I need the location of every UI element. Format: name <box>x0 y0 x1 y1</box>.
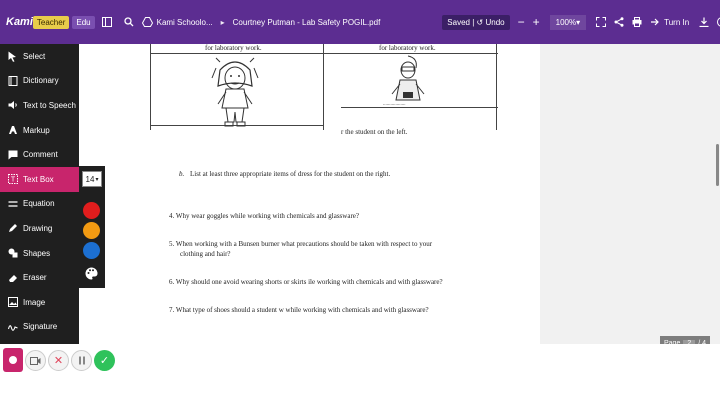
turn-in-button[interactable]: Turn In <box>664 18 689 27</box>
share-icon[interactable] <box>614 14 624 30</box>
edu-badge: Edu <box>72 15 95 29</box>
kami-logo: Kami <box>6 16 33 28</box>
color-swatch-red[interactable] <box>83 202 100 219</box>
font-size-value: 14 <box>85 174 95 184</box>
palette-icon[interactable] <box>83 265 100 282</box>
sidebar-item-label: Drawing <box>23 223 53 233</box>
figure-table-divider <box>323 44 324 130</box>
saved-status: Saved | ↺ Undo <box>442 14 510 30</box>
sidebar-item-image[interactable]: Image <box>0 290 79 315</box>
sidebar-item-label: Select <box>23 51 46 61</box>
cursor-icon <box>7 51 18 62</box>
print-icon[interactable] <box>632 14 642 30</box>
record-indicator-icon[interactable] <box>3 348 23 372</box>
pencil-icon <box>7 223 18 234</box>
question-b: List at least three appropriate items of… <box>190 170 391 178</box>
undo-icon[interactable]: ↺ <box>477 18 484 27</box>
tool-sidebar: Select Dictionary Text to Speech Markup … <box>0 44 79 344</box>
color-swatch-blue[interactable] <box>83 242 100 259</box>
sidebar-item-drawing[interactable]: Drawing <box>0 216 79 241</box>
question-5-line-2: clothing and hair? <box>180 250 231 258</box>
figure-table-top-line <box>151 53 498 54</box>
sidebar-item-comment[interactable]: Comment <box>0 142 79 167</box>
pdf-page[interactable]: for laboratory work. for laboratory work… <box>106 44 540 376</box>
download-icon[interactable] <box>699 14 709 30</box>
viewer-background <box>540 44 720 376</box>
vertical-scrollbar[interactable] <box>716 144 719 186</box>
sidebar-item-shapes[interactable]: Shapes <box>0 241 79 266</box>
eraser-icon <box>7 272 18 283</box>
sidebar-item-label: Text Box <box>23 174 54 184</box>
zoom-in-icon[interactable]: + <box>533 14 540 30</box>
right-figure-base-text: .................. <box>383 102 406 107</box>
signature-icon <box>7 321 18 332</box>
zoom-value: 100% <box>555 17 577 27</box>
speech-icon <box>7 100 18 111</box>
sidebar-item-select[interactable]: Select <box>0 44 79 69</box>
teacher-badge: Teacher <box>32 15 70 29</box>
textbox-options-panel: 14 ▾ <box>79 166 105 288</box>
question-7: 7. What type of shoes should a student w… <box>169 306 429 314</box>
shapes-icon <box>7 248 18 259</box>
chevron-down-icon: ▾ <box>576 17 581 27</box>
sidebar-item-equation[interactable]: Equation <box>0 192 79 217</box>
sidebar-toggle-icon[interactable] <box>101 14 112 30</box>
cancel-recording-icon[interactable]: ✕ <box>48 350 69 371</box>
saved-label: Saved <box>447 17 470 27</box>
chevron-down-icon: ▾ <box>95 176 99 183</box>
sidebar-item-label: Equation <box>23 199 55 209</box>
breadcrumb-file[interactable]: Courtney Putman - Lab Safety POGIL.pdf <box>233 18 381 27</box>
turn-in-icon[interactable] <box>650 14 660 30</box>
sidebar-item-dictionary[interactable]: Dictionary <box>0 69 79 94</box>
student-right-illustration <box>391 55 425 101</box>
textbox-icon: T <box>7 174 18 185</box>
question-4: 4. Why wear goggles while working with c… <box>169 212 359 220</box>
pause-icon[interactable] <box>71 350 92 371</box>
zoom-out-icon[interactable]: − <box>518 14 525 30</box>
right-figure-base-line <box>341 107 498 108</box>
right-figure-caption: for laboratory work. <box>379 44 436 52</box>
left-figure-caption: for laboratory work. <box>205 44 262 52</box>
sidebar-item-label: Markup <box>23 125 50 135</box>
font-size-select[interactable]: 14 ▾ <box>82 171 102 187</box>
comment-icon <box>7 149 18 160</box>
sidebar-item-signature[interactable]: Signature <box>0 315 79 340</box>
drive-icon[interactable] <box>141 14 153 30</box>
search-icon[interactable] <box>123 14 134 30</box>
color-swatch-orange[interactable] <box>83 222 100 239</box>
sidebar-item-eraser[interactable]: Eraser <box>0 265 79 290</box>
fullscreen-icon[interactable] <box>596 14 607 30</box>
book-icon <box>7 75 18 86</box>
breadcrumb-folder[interactable]: Kami Schoolo... <box>157 18 213 27</box>
question-b-label: b. <box>179 170 185 178</box>
figure-caption: r the student on the left. <box>341 128 408 136</box>
image-icon <box>7 297 18 308</box>
recording-controls: ✕ ✓ <box>0 348 128 374</box>
student-left-illustration <box>211 57 259 127</box>
breadcrumb-separator-icon: ▸ <box>220 17 225 27</box>
figure-table: for laboratory work. for laboratory work… <box>150 44 498 130</box>
sidebar-item-label: Eraser <box>23 273 47 283</box>
sidebar-item-label: Comment <box>23 150 58 160</box>
question-5-line-1: 5. When working with a Bunsen burner wha… <box>169 240 433 248</box>
zoom-select[interactable]: 100% ▾ <box>549 14 587 30</box>
equation-icon <box>7 198 18 209</box>
undo-button[interactable]: Undo <box>485 18 504 27</box>
sidebar-item-text-box[interactable]: T Text Box <box>0 166 79 192</box>
question-6: 6. Why should one avoid wearing shorts o… <box>169 278 443 286</box>
sidebar-item-label: Shapes <box>23 248 51 258</box>
finish-recording-icon[interactable]: ✓ <box>94 350 115 371</box>
record-dot <box>9 356 17 364</box>
sidebar-item-label: Dictionary <box>23 76 59 86</box>
sidebar-item-label: Text to Speech <box>23 100 76 110</box>
sidebar-item-label: Signature <box>23 322 58 332</box>
camera-icon[interactable] <box>25 350 46 371</box>
top-toolbar: Kami Teacher Edu Kami Schoolo... ▸ Court… <box>0 0 720 44</box>
svg-text:T: T <box>10 177 15 184</box>
markup-icon <box>7 125 18 136</box>
sidebar-item-label: Image <box>23 297 46 307</box>
sidebar-item-text-to-speech[interactable]: Text to Speech <box>0 93 79 118</box>
sidebar-item-markup[interactable]: Markup <box>0 118 79 143</box>
